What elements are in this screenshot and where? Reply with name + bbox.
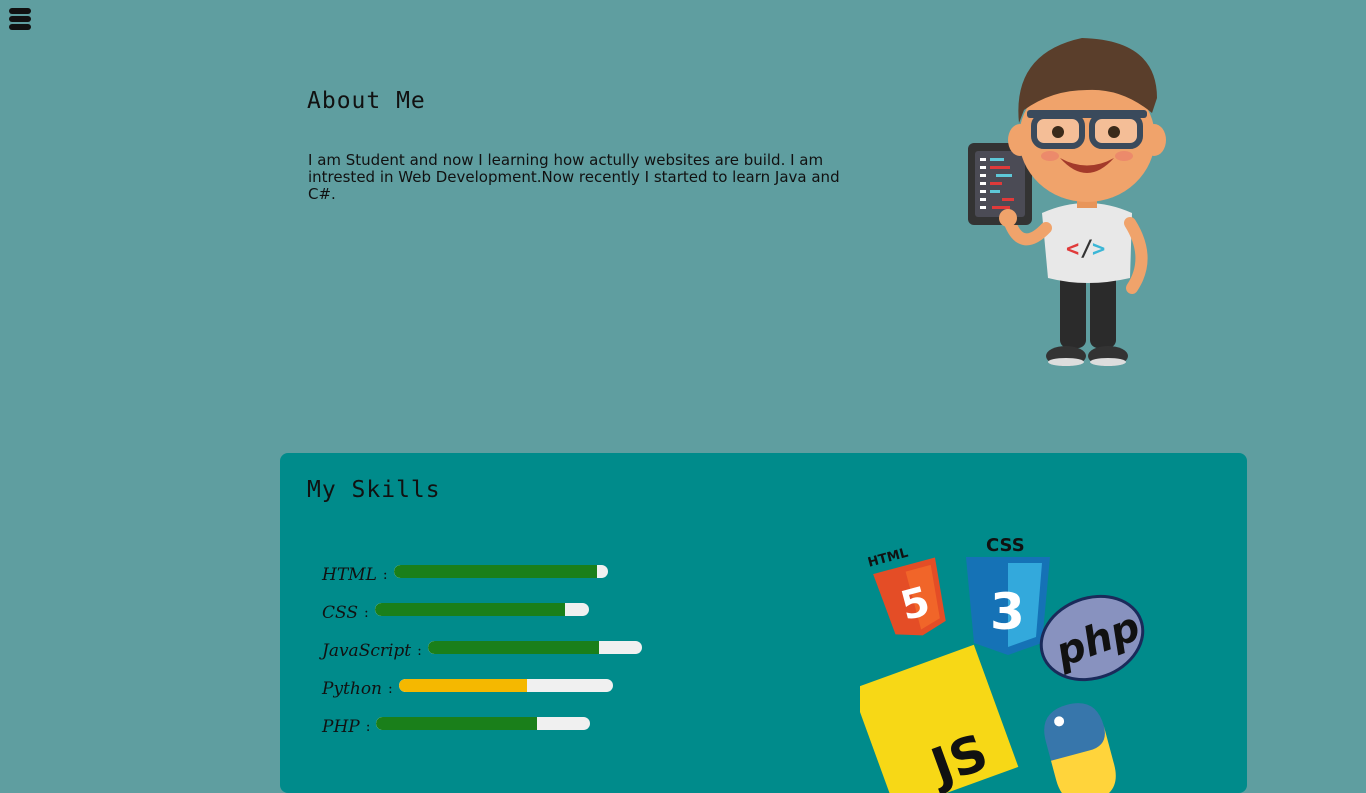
skill-row-css: CSS :	[322, 601, 589, 625]
svg-text:>: >	[1092, 237, 1105, 262]
menu-line	[9, 16, 31, 22]
skill-progress-bar	[427, 640, 642, 654]
javascript-logo-icon: JS	[860, 644, 1019, 793]
skill-colon: :	[417, 643, 422, 659]
css3-logo-icon: CSS 3	[966, 535, 1050, 655]
skill-colon: :	[365, 719, 371, 735]
skill-colon: :	[364, 605, 369, 621]
about-text: I am Student and now I learning how actu…	[308, 151, 840, 203]
skill-label: JavaScript	[322, 641, 412, 661]
css3-logo-label: CSS	[986, 535, 1025, 556]
skill-row-javascript: JavaScript :	[322, 639, 642, 663]
skill-colon: :	[388, 681, 393, 697]
python-logo-icon	[1044, 703, 1116, 793]
about-section: About Me I am Student and now I learning…	[307, 88, 867, 203]
css3-logo-glyph: 3	[990, 583, 1025, 641]
html5-logo-icon: HTML 5	[866, 546, 946, 636]
developer-avatar-illustration: < / >	[968, 38, 1166, 366]
skill-colon: :	[382, 567, 388, 583]
hamburger-menu-icon[interactable]	[9, 8, 31, 34]
tech-logos-illustration: HTML 5 CSS 3 php JS	[860, 535, 1146, 793]
skill-label: PHP	[322, 717, 360, 737]
skill-progress-fill	[374, 602, 566, 616]
skill-progress-bar	[393, 564, 608, 578]
skill-progress-fill	[427, 640, 600, 654]
skill-progress-fill	[398, 678, 528, 692]
skill-progress-bar	[376, 716, 591, 730]
skills-title: My Skills	[307, 477, 441, 503]
menu-line	[9, 8, 31, 14]
about-title: About Me	[307, 88, 426, 114]
skill-progress-bar	[398, 678, 613, 692]
skill-label: Python	[322, 679, 383, 699]
skill-label: HTML	[322, 565, 377, 585]
skill-label: CSS	[322, 603, 359, 623]
skill-progress-fill	[376, 716, 537, 730]
svg-text:<: <	[1066, 237, 1079, 262]
skill-row-python: Python :	[322, 677, 613, 701]
skill-row-php: PHP :	[322, 715, 591, 739]
menu-line	[9, 24, 31, 30]
skill-row-html: HTML :	[322, 563, 608, 587]
skills-section: My Skills HTML : CSS : JavaScript : Pyth…	[280, 453, 1247, 793]
php-logo-icon: php	[1039, 594, 1146, 682]
skill-progress-fill	[393, 564, 597, 578]
skill-progress-bar	[374, 602, 589, 616]
